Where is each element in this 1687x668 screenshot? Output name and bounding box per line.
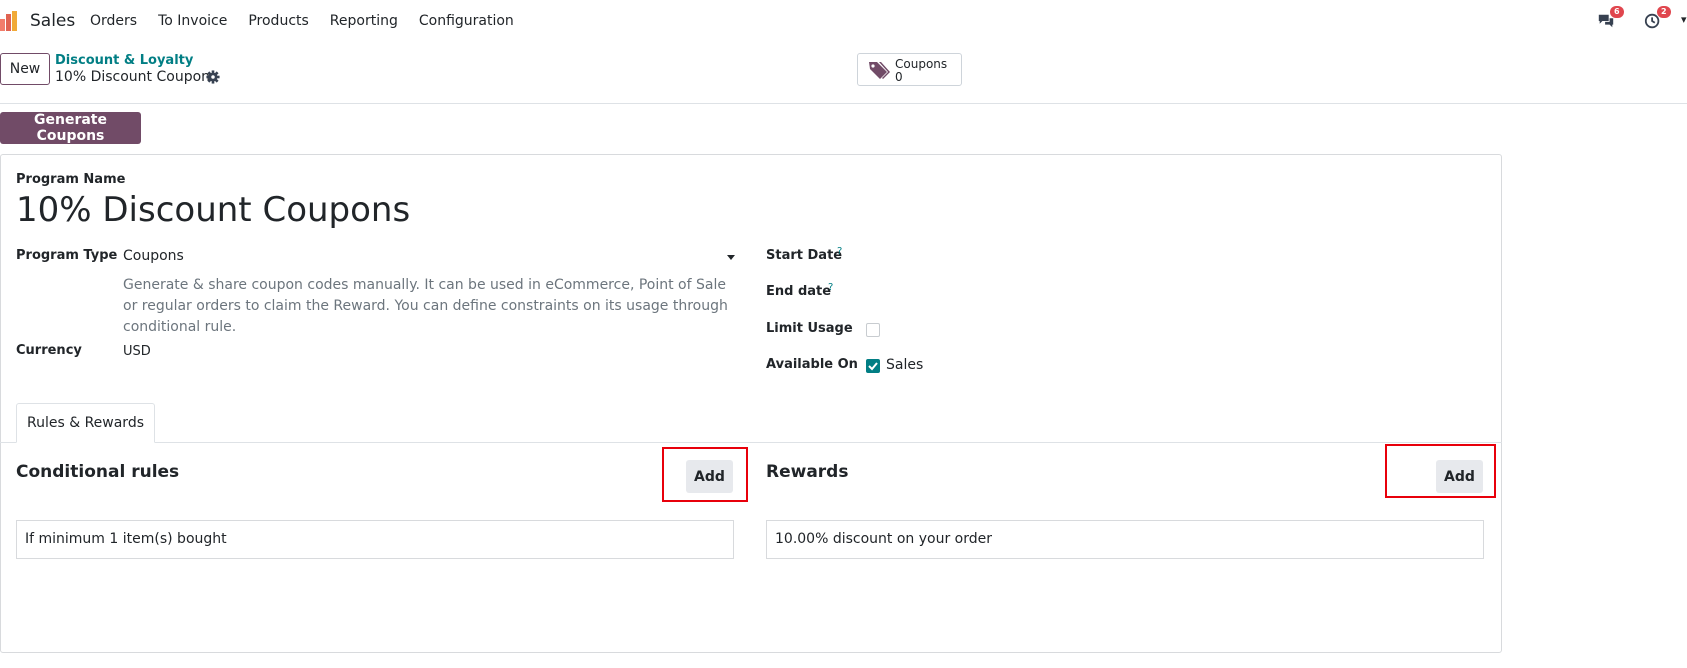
coupons-smart-button[interactable]: Coupons 0 [857, 53, 962, 86]
add-rule-button[interactable]: Add [686, 460, 733, 493]
dropdown-caret-icon[interactable] [727, 255, 735, 260]
add-reward-button[interactable]: Add [1436, 460, 1483, 493]
program-type-help: Generate & share coupon codes manually. … [123, 277, 728, 335]
program-name-label: Program Name [16, 172, 126, 187]
systray: 6 2 ▾ [1587, 6, 1687, 34]
tags-icon [869, 62, 890, 79]
control-panel [0, 42, 1687, 104]
help-tooltip-icon[interactable]: ? [837, 246, 842, 257]
menu-orders[interactable]: Orders [90, 13, 137, 29]
program-type-select[interactable]: Coupons [123, 248, 184, 264]
generate-coupons-button[interactable]: Generate Coupons [0, 112, 141, 144]
breadcrumb-current: 10% Discount Coupons [55, 69, 218, 85]
chevron-down-icon[interactable]: ▾ [1681, 13, 1687, 26]
sales-checkbox[interactable] [866, 359, 880, 373]
conditional-rules-title: Conditional rules [16, 462, 180, 482]
program-type-label: Program Type [16, 248, 118, 263]
limit-usage-label: Limit Usage [766, 321, 853, 336]
help-tooltip-icon[interactable]: ? [828, 282, 833, 293]
program-name-field[interactable]: 10% Discount Coupons [16, 190, 410, 230]
currency-label: Currency [16, 343, 82, 358]
tab-rules-rewards[interactable]: Rules & Rewards [16, 403, 155, 443]
activities-badge: 2 [1657, 6, 1671, 18]
menu-configuration[interactable]: Configuration [419, 13, 514, 29]
menu-products[interactable]: Products [248, 13, 308, 29]
sales-checkbox-label[interactable]: Sales [886, 357, 923, 373]
rule-item[interactable]: If minimum 1 item(s) bought [16, 520, 734, 559]
sales-app-icon[interactable] [0, 11, 20, 31]
currency-value[interactable]: USD [123, 344, 151, 359]
menu-reporting[interactable]: Reporting [330, 13, 398, 29]
new-button[interactable]: New [0, 53, 50, 85]
app-name[interactable]: Sales [30, 11, 75, 31]
activities-icon[interactable]: 2 [1644, 6, 1671, 34]
main-menu: Orders To Invoice Products Reporting Con… [90, 13, 535, 29]
limit-usage-checkbox[interactable] [866, 323, 880, 337]
breadcrumb-parent[interactable]: Discount & Loyalty [55, 53, 193, 68]
start-date-label: Start Date [766, 248, 843, 263]
rewards-title: Rewards [766, 462, 849, 482]
top-navbar: Sales Orders To Invoice Products Reporti… [0, 0, 1687, 42]
reward-item[interactable]: 10.00% discount on your order [766, 520, 1484, 559]
tab-divider [0, 442, 1502, 443]
check-icon [868, 362, 878, 371]
messages-badge: 6 [1610, 6, 1624, 18]
smart-button-label: Coupons [895, 57, 948, 71]
menu-to-invoice[interactable]: To Invoice [158, 13, 227, 29]
end-date-label: End date [766, 284, 832, 299]
smart-button-count: 0 [895, 70, 903, 84]
gear-icon[interactable] [206, 70, 220, 84]
available-on-label: Available On [766, 357, 858, 372]
messages-icon[interactable]: 6 [1597, 6, 1624, 34]
